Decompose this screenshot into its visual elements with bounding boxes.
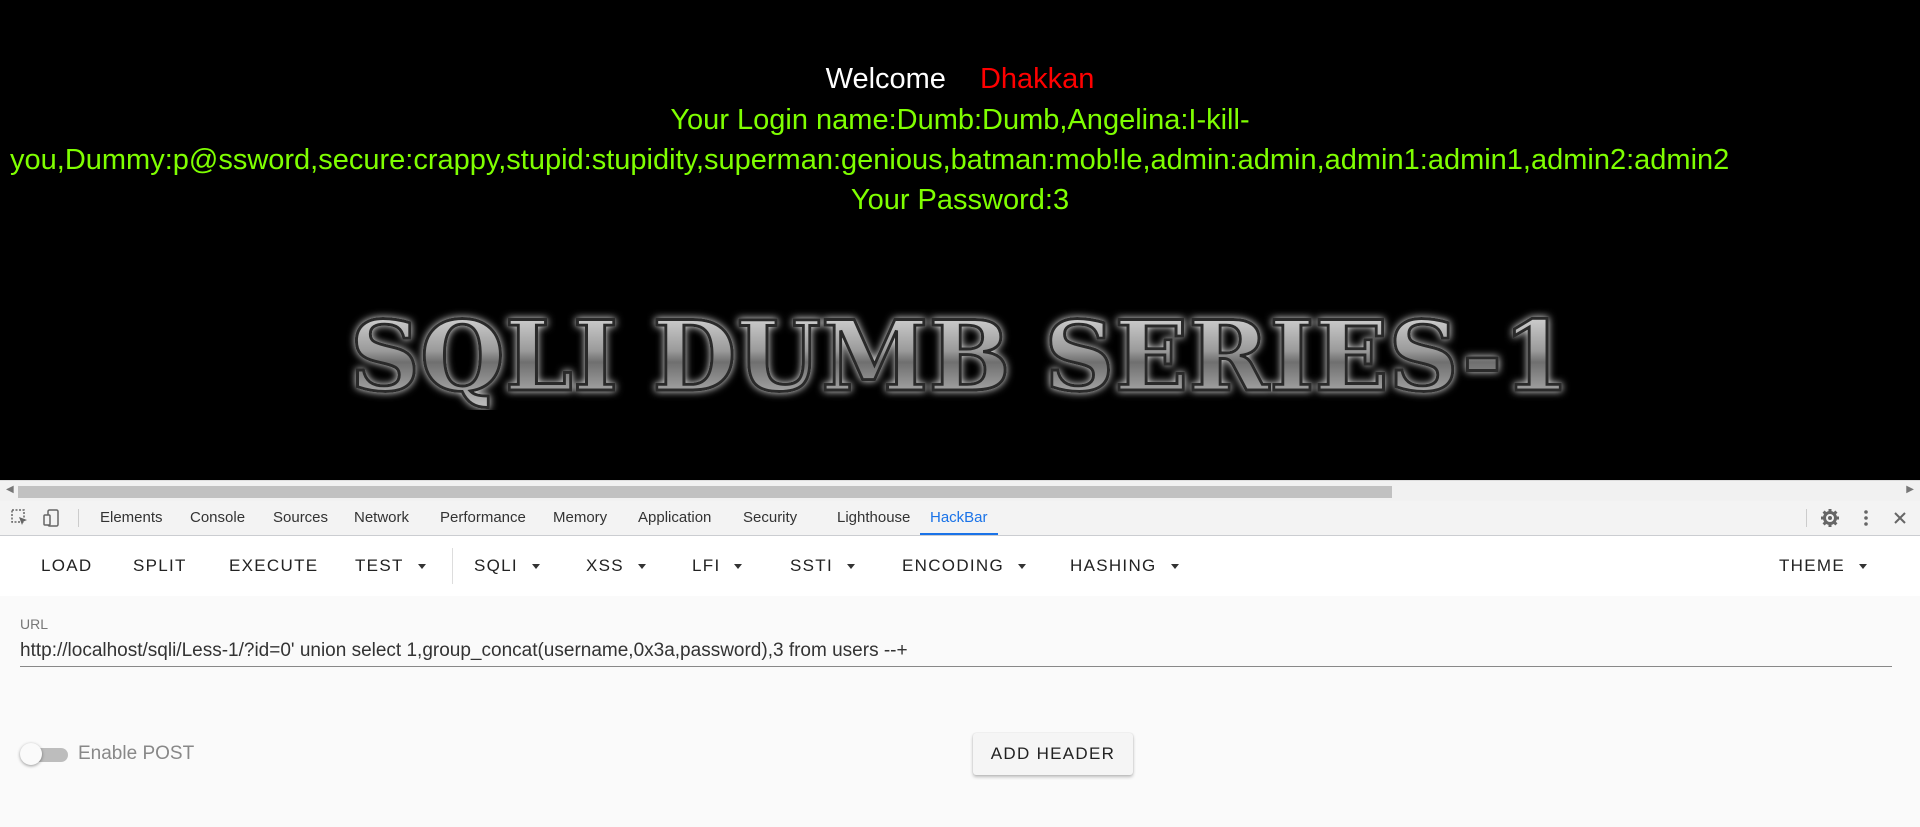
toggle-knob	[20, 743, 42, 765]
inspect-element-icon[interactable]	[10, 508, 30, 528]
theme-dropdown[interactable]: THEME	[1779, 536, 1867, 596]
test-dropdown[interactable]: TEST	[355, 536, 426, 596]
add-header-button[interactable]: ADD HEADER	[973, 733, 1133, 775]
enable-post-toggle[interactable]	[20, 743, 68, 765]
welcome-name: Dhakkan	[979, 63, 1095, 95]
horizontal-scrollbar[interactable]: ◀ ▶	[0, 480, 1920, 501]
caret-down-icon	[1018, 564, 1027, 570]
tab-sources[interactable]: Sources	[273, 501, 328, 535]
tab-console[interactable]: Console	[190, 501, 245, 535]
scrollbar-thumb[interactable]	[18, 486, 1392, 498]
devtools-tab-bar: Elements Console Sources Network Perform…	[0, 501, 1920, 536]
test-label: TEST	[355, 556, 404, 575]
caret-down-icon	[847, 564, 855, 570]
split-label: SPLIT	[133, 556, 187, 575]
close-icon[interactable]	[1890, 508, 1910, 528]
caret-down-icon	[1170, 564, 1179, 570]
scroll-left-arrow-icon[interactable]: ◀	[6, 484, 14, 495]
login-name-text: Your Login name:Dumb:Dumb,Angelina:I-kil…	[10, 100, 1910, 180]
caret-down-icon	[1859, 564, 1867, 570]
scroll-right-arrow-icon[interactable]: ▶	[1906, 484, 1914, 495]
xss-label: XSS	[586, 556, 624, 575]
tab-elements[interactable]: Elements	[100, 501, 163, 535]
tab-security[interactable]: Security	[743, 501, 797, 535]
caret-down-icon	[734, 564, 743, 570]
tab-memory[interactable]: Memory	[553, 501, 607, 535]
execute-label: EXECUTE	[229, 556, 319, 575]
tab-separator	[1806, 509, 1807, 527]
sqli-dumb-series-banner: SQLI DUMB SERIES-1	[349, 299, 1572, 411]
xss-dropdown[interactable]: XSS	[586, 536, 646, 596]
caret-down-icon	[531, 564, 540, 570]
sqli-dropdown[interactable]: SQLI	[474, 536, 540, 596]
tab-lighthouse[interactable]: Lighthouse	[837, 501, 910, 535]
login-line-1: Your Login name:Dumb:Dumb,Angelina:I-kil…	[670, 104, 1250, 136]
hashing-label: HASHING	[1070, 556, 1157, 575]
lfi-dropdown[interactable]: LFI	[692, 536, 743, 596]
split-button[interactable]: SPLIT	[133, 536, 187, 596]
more-vertical-icon[interactable]	[1856, 508, 1876, 528]
tab-network[interactable]: Network	[354, 501, 409, 535]
web-page: Welcome Dhakkan Your Login name:Dumb:Dumb…	[0, 0, 1920, 480]
toolbar-separator	[452, 548, 453, 584]
tab-application[interactable]: Application	[638, 501, 711, 535]
url-input[interactable]	[20, 636, 1892, 667]
enable-post-label: Enable POST	[78, 743, 195, 764]
hashing-dropdown[interactable]: HASHING	[1070, 536, 1179, 596]
tab-separator	[78, 509, 79, 527]
encoding-dropdown[interactable]: ENCODING	[902, 536, 1027, 596]
welcome-line: Welcome Dhakkan	[0, 60, 1920, 98]
settings-gear-icon[interactable]	[1820, 508, 1840, 528]
theme-label: THEME	[1779, 556, 1845, 575]
ssti-dropdown[interactable]: SSTI	[790, 536, 855, 596]
lfi-label: LFI	[692, 556, 721, 575]
load-button[interactable]: LOAD	[41, 536, 93, 596]
tab-hackbar[interactable]: HackBar	[920, 501, 998, 535]
hackbar-panel: LOAD SPLIT EXECUTE TEST SQLI XSS LFI SST…	[0, 536, 1920, 827]
url-label: URL	[20, 616, 49, 632]
banner-text: SQLI DUMB SERIES-1	[350, 300, 1570, 410]
tab-performance[interactable]: Performance	[440, 501, 526, 535]
caret-down-icon	[417, 564, 426, 570]
hackbar-toolbar: LOAD SPLIT EXECUTE TEST SQLI XSS LFI SST…	[0, 536, 1920, 596]
welcome-label: Welcome	[825, 63, 946, 95]
encoding-label: ENCODING	[902, 556, 1005, 575]
caret-down-icon	[637, 564, 646, 570]
sqli-label: SQLI	[474, 556, 518, 575]
password-text: Your Password:3	[850, 184, 1070, 216]
device-toolbar-icon[interactable]	[42, 508, 62, 528]
execute-button[interactable]: EXECUTE	[229, 536, 318, 596]
load-label: LOAD	[41, 556, 93, 575]
ssti-label: SSTI	[790, 556, 833, 575]
login-line-2: you,Dummy:p@ssword,secure:crappy,stupid:…	[10, 144, 1730, 176]
